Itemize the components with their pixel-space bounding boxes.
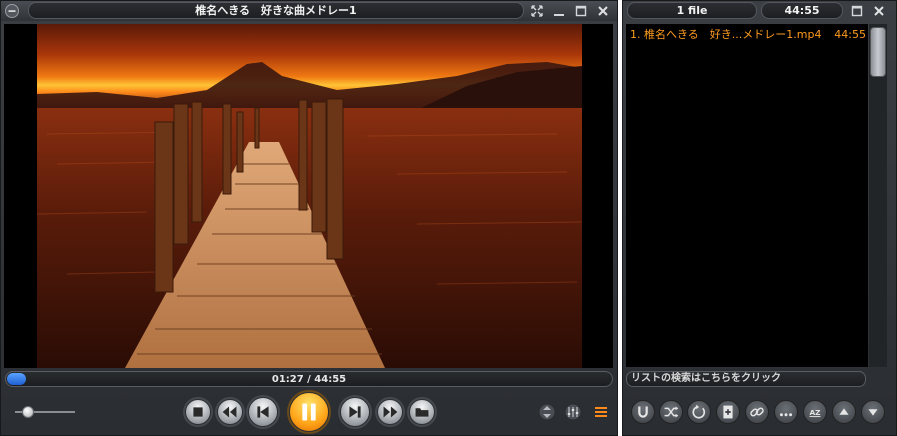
app-root: 椎名へきる 好きな曲メドレー1 01:27 / 44:55 1 file 44:…: [0, 0, 897, 436]
close-icon[interactable]: [595, 3, 611, 19]
playlist-file-count: 1 file: [627, 2, 757, 19]
playlist-search-input[interactable]: リストの検索はこちらをクリック: [626, 371, 866, 387]
skip-next-icon: [349, 406, 361, 418]
up-down-arrows-icon: [538, 403, 556, 421]
player-window: 椎名へきる 好きな曲メドレー1 01:27 / 44:55: [0, 0, 618, 436]
magnet-button[interactable]: [631, 400, 655, 424]
next-button[interactable]: [340, 397, 370, 427]
video-area[interactable]: [4, 24, 613, 368]
seek-bar[interactable]: 01:27 / 44:55: [5, 371, 613, 387]
fast-forward-button[interactable]: [377, 399, 403, 425]
move-down-button[interactable]: [861, 400, 885, 424]
shuffle-icon: [664, 406, 679, 418]
sort-button[interactable]: AZ: [803, 400, 827, 424]
maximize-icon[interactable]: [849, 3, 865, 19]
volume-slider[interactable]: [15, 405, 77, 419]
magnet-icon: [638, 406, 648, 418]
menu-icon[interactable]: [4, 3, 20, 19]
list-icon: [595, 407, 607, 417]
link-icon: [750, 407, 764, 417]
triangle-up-icon: [839, 408, 849, 415]
more-button[interactable]: [774, 400, 798, 424]
equalizer-icon: [564, 403, 582, 421]
video-frame[interactable]: [37, 24, 582, 368]
playlist-list[interactable]: 1. 椎名へきる 好き...メドレー1.mp4 44:55: [626, 24, 868, 367]
minimize-icon[interactable]: [551, 3, 567, 19]
move-up-button[interactable]: [832, 400, 856, 424]
player-title: 椎名へきる 好きな曲メドレー1: [28, 2, 524, 19]
list-item[interactable]: 1. 椎名へきる 好き...メドレー1.mp4 44:55: [630, 28, 866, 42]
triangle-down-icon: [868, 409, 878, 416]
skip-previous-icon: [257, 406, 269, 418]
playlist-item-duration: 44:55: [834, 28, 866, 41]
rewind-icon: [222, 406, 237, 418]
add-file-button[interactable]: [716, 400, 740, 424]
expand-arrows-icon[interactable]: [529, 3, 545, 19]
repeat-icon: [692, 404, 706, 419]
playlist-window: 1 file 44:55 1. 椎名へきる 好き...メドレー1.mp4 44:…: [622, 0, 897, 436]
playlist-item-name: 1. 椎名へきる 好き...メドレー1.mp4: [630, 28, 822, 41]
playlist-toggle-button[interactable]: [592, 403, 610, 421]
equalizer-button[interactable]: [564, 403, 582, 421]
sunset-pier-image: [37, 24, 582, 368]
pause-button[interactable]: [289, 392, 329, 432]
previous-button[interactable]: [248, 397, 278, 427]
stop-icon: [193, 407, 203, 417]
svg-text:AZ: AZ: [810, 408, 821, 417]
shuffle-button[interactable]: [659, 400, 683, 424]
ellipsis-icon: [779, 413, 793, 417]
player-titlebar[interactable]: 椎名へきる 好きな曲メドレー1: [1, 1, 617, 21]
rewind-button[interactable]: [217, 399, 243, 425]
close-icon[interactable]: [871, 3, 887, 19]
pause-icon: [302, 403, 316, 421]
add-file-icon: [723, 405, 733, 419]
open-file-button[interactable]: [409, 399, 435, 425]
stop-button[interactable]: [185, 399, 211, 425]
scrollbar-thumb[interactable]: [870, 27, 886, 77]
playlist-scrollbar[interactable]: [869, 24, 887, 367]
fast-forward-icon: [383, 406, 398, 418]
maximize-icon[interactable]: [573, 3, 589, 19]
repeat-button[interactable]: [687, 400, 711, 424]
playlist-total-time: 44:55: [761, 2, 843, 19]
add-url-button[interactable]: [745, 400, 769, 424]
folder-icon: [415, 408, 429, 417]
volume-knob[interactable]: [22, 406, 34, 418]
sort-az-icon: AZ: [809, 408, 821, 418]
time-display: 01:27 / 44:55: [271, 374, 347, 385]
repeat-updown-button[interactable]: [538, 403, 556, 421]
